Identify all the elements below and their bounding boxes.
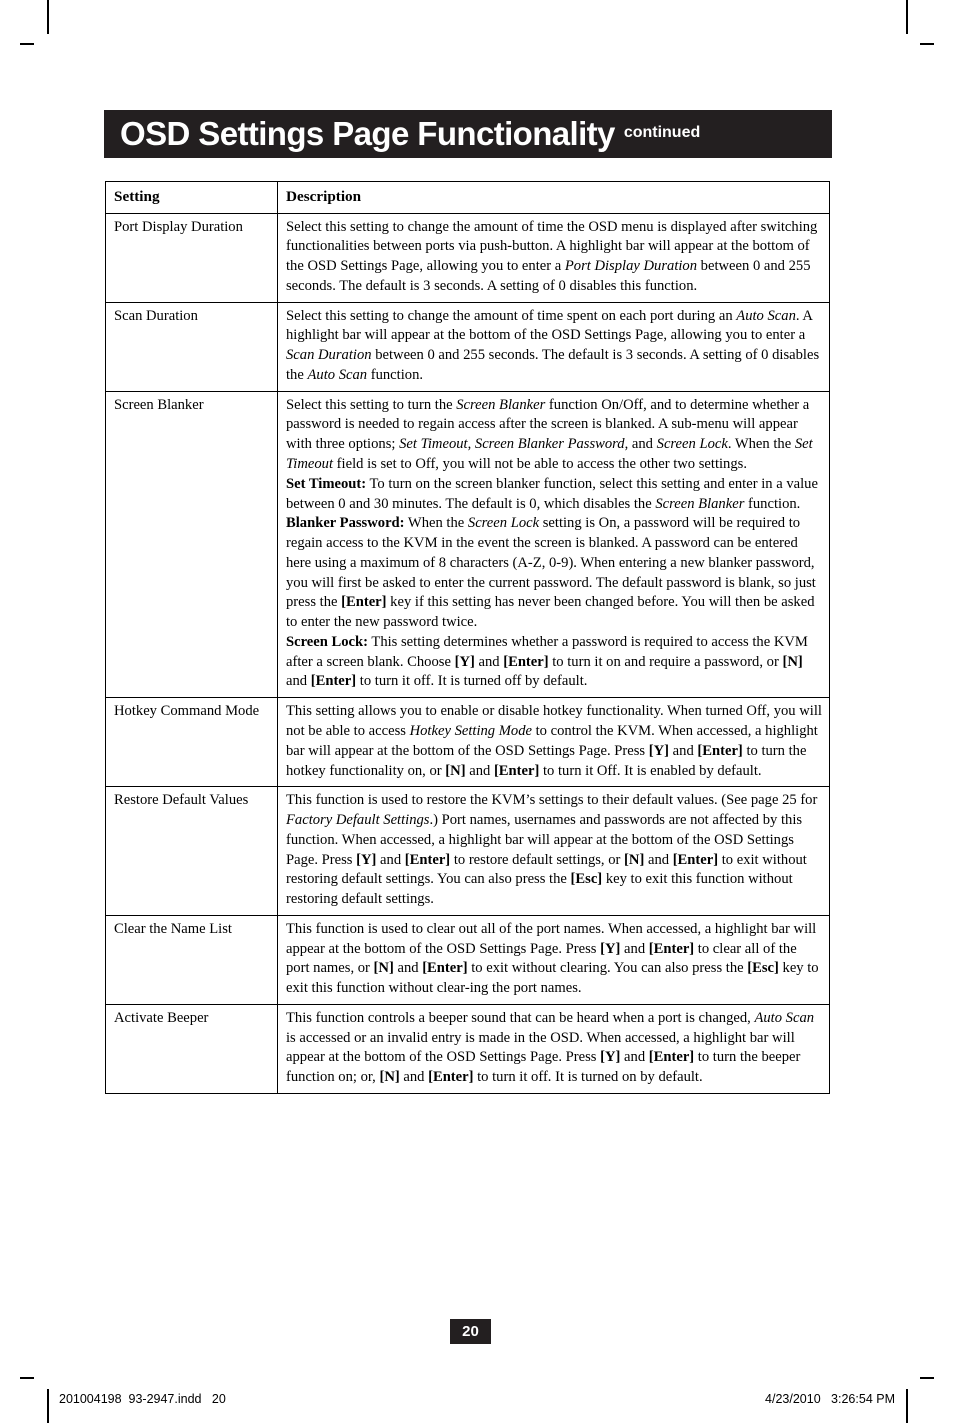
table-row: Hotkey Command Mode This setting allows y… [105, 697, 830, 788]
table-row: Restore Default Values This function is u… [105, 786, 830, 916]
setting-description-cell: Select this setting to turn the Screen B… [277, 390, 830, 699]
table-header: Setting Description [105, 181, 830, 214]
print-slug-left: 201004198 93-2947.indd 20 [59, 1392, 226, 1406]
table-row: Clear the Name List This function is used… [105, 914, 830, 1005]
setting-name-cell: Screen Blanker [105, 390, 278, 699]
table-row: Scan Duration Select this setting to chan… [105, 301, 830, 392]
setting-name-cell: Scan Duration [105, 301, 278, 392]
setting-name-cell: Clear the Name List [105, 914, 278, 1005]
column-header-description: Description [277, 181, 830, 214]
table-row: Port Display Duration Select this setting… [105, 212, 830, 303]
osd-settings-table: Setting Description Port Display Duratio… [105, 181, 830, 1094]
setting-name-cell: Activate Beeper [105, 1003, 278, 1094]
setting-description-cell: This setting allows you to enable or dis… [277, 697, 830, 788]
setting-name-cell: Restore Default Values [105, 786, 278, 916]
crop-mark-bottom-left-horizontal [20, 1377, 34, 1379]
table-body: Port Display Duration Select this setting… [105, 212, 830, 1094]
crop-mark-bottom-left-vertical [47, 1389, 49, 1423]
table-row: Activate Beeper This function controls a … [105, 1003, 830, 1094]
table-header-row: Setting Description [105, 181, 830, 214]
crop-mark-top-right-horizontal [920, 43, 934, 45]
page-header-banner: OSD Settings Page Functionality continue… [104, 110, 832, 158]
table-row: Screen Blanker Select this setting to tur… [105, 390, 830, 699]
setting-name-cell: Hotkey Command Mode [105, 697, 278, 788]
crop-mark-top-left-vertical [47, 0, 49, 34]
setting-description-cell: This function is used to clear out all o… [277, 914, 830, 1005]
page-title: OSD Settings Page Functionality [120, 115, 615, 152]
setting-description-cell: Select this setting to change the amount… [277, 301, 830, 392]
page-title-continued-label: continued [623, 123, 701, 141]
column-header-setting: Setting [105, 181, 278, 214]
crop-mark-bottom-right-vertical [906, 1389, 908, 1423]
setting-description-cell: This function is used to restore the KVM… [277, 786, 830, 916]
crop-mark-bottom-right-horizontal [920, 1377, 934, 1379]
setting-description-cell: Select this setting to change the amount… [277, 212, 830, 303]
crop-mark-top-right-vertical [906, 0, 908, 34]
setting-name-cell: Port Display Duration [105, 212, 278, 303]
crop-mark-top-left-horizontal [20, 43, 34, 45]
print-slug-right: 4/23/2010 3:26:54 PM [765, 1392, 895, 1406]
setting-description-cell: This function controls a beeper sound th… [277, 1003, 830, 1094]
page-number-badge: 20 [450, 1319, 491, 1344]
